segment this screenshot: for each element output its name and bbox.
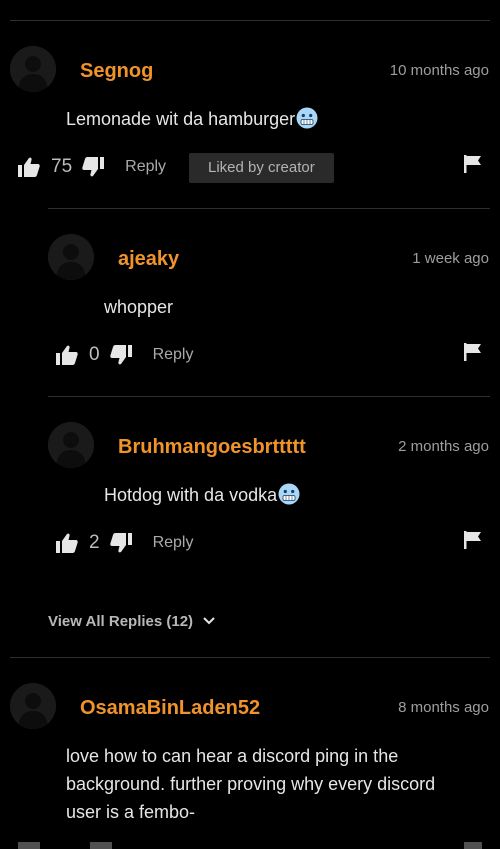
comment-actions: 75 Reply [18, 152, 166, 182]
avatar[interactable] [48, 422, 94, 468]
thumbs-down-icon[interactable] [90, 842, 112, 849]
timestamp: 8 months ago [398, 699, 489, 716]
timestamp: 1 week ago [412, 250, 489, 267]
thumbs-up-icon[interactable] [56, 533, 78, 553]
reply-divider [48, 208, 490, 209]
comment-text-line: love how to can hear a discord ping in t… [66, 746, 399, 766]
avatar[interactable] [10, 683, 56, 729]
comment-text-line: background. further proving why every di… [66, 774, 436, 794]
reply-button[interactable]: Reply [125, 158, 166, 176]
comment-text: love how to can hear a discord ping in t… [66, 742, 435, 826]
view-all-replies-label: View All Replies (12) [48, 613, 194, 630]
flag-icon[interactable] [464, 155, 482, 178]
cold-face-emoji-icon [296, 107, 318, 129]
view-all-replies-button[interactable]: View All Replies (12) [48, 612, 215, 630]
thumbs-down-icon[interactable] [82, 157, 105, 177]
comment-text: Lemonade wit da hamburger [66, 105, 318, 133]
flag-icon[interactable] [464, 343, 482, 366]
thumbs-up-icon[interactable] [56, 345, 78, 365]
comment-text-content: Hotdog with da vodka [104, 485, 278, 505]
like-count: 75 [51, 156, 73, 177]
flag-icon[interactable] [464, 531, 482, 554]
username[interactable]: OsamaBinLaden52 [80, 697, 260, 720]
thumbs-up-icon[interactable] [18, 157, 40, 177]
timestamp: 2 months ago [398, 438, 489, 455]
thumbs-up-icon[interactable] [18, 842, 40, 849]
timestamp: 10 months ago [389, 62, 489, 79]
comment-text: whopper [104, 297, 174, 317]
reply-actions: 2 Reply [56, 528, 193, 558]
user-silhouette-icon [10, 683, 56, 729]
chevron-down-icon [203, 612, 215, 629]
flag-icon[interactable] [464, 842, 482, 849]
user-silhouette-icon [48, 422, 94, 468]
reply-actions: 0 Reply [56, 340, 193, 370]
thumbs-down-icon[interactable] [109, 533, 132, 553]
comment-divider [10, 657, 490, 658]
comment-text-line: user is a fembo- [66, 802, 196, 822]
top-divider [10, 20, 490, 21]
comment-text-content: Lemonade wit da hamburger [66, 109, 296, 129]
user-silhouette-icon [48, 234, 94, 280]
comment-text: Hotdog with da vodka [104, 481, 300, 509]
username[interactable]: ajeaky [118, 248, 179, 271]
reply-button[interactable]: Reply [153, 346, 194, 364]
cold-face-emoji-icon [278, 483, 300, 505]
like-count: 0 [89, 344, 100, 365]
username[interactable]: Segnog [80, 60, 153, 83]
reply-button[interactable]: Reply [153, 534, 194, 552]
username[interactable]: Bruhmangoesbrttttt [118, 436, 306, 459]
liked-by-creator-badge: Liked by creator [189, 153, 334, 183]
avatar[interactable] [10, 46, 56, 92]
comment-actions-partial [18, 842, 482, 849]
like-count: 2 [89, 532, 100, 553]
user-silhouette-icon [10, 46, 56, 92]
thumbs-down-icon[interactable] [109, 345, 132, 365]
avatar[interactable] [48, 234, 94, 280]
reply-divider [48, 396, 490, 397]
